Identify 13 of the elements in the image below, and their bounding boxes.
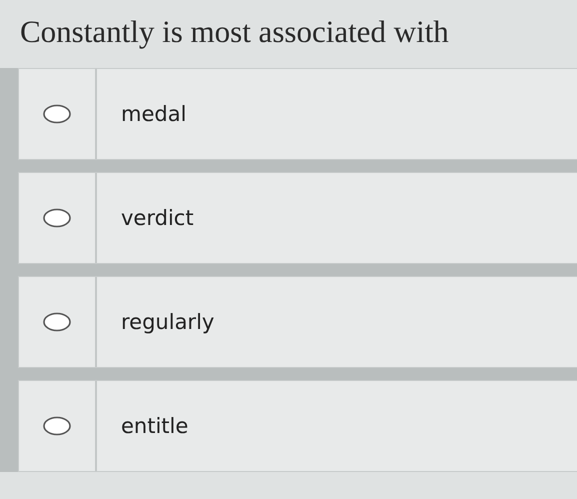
answer-option[interactable]: regularly <box>18 276 577 368</box>
option-label: regularly <box>121 310 214 334</box>
radio-button[interactable] <box>42 416 72 436</box>
radio-button[interactable] <box>42 312 72 332</box>
option-label: entitle <box>121 414 188 438</box>
answer-option[interactable]: medal <box>18 68 577 160</box>
question-text: Constantly is most associated with <box>20 13 450 51</box>
option-label: medal <box>121 102 186 126</box>
radio-button[interactable] <box>42 208 72 228</box>
answer-option[interactable]: verdict <box>18 172 577 264</box>
answer-option[interactable]: entitle <box>18 380 577 472</box>
radio-button[interactable] <box>42 104 72 124</box>
option-label: verdict <box>121 206 194 230</box>
